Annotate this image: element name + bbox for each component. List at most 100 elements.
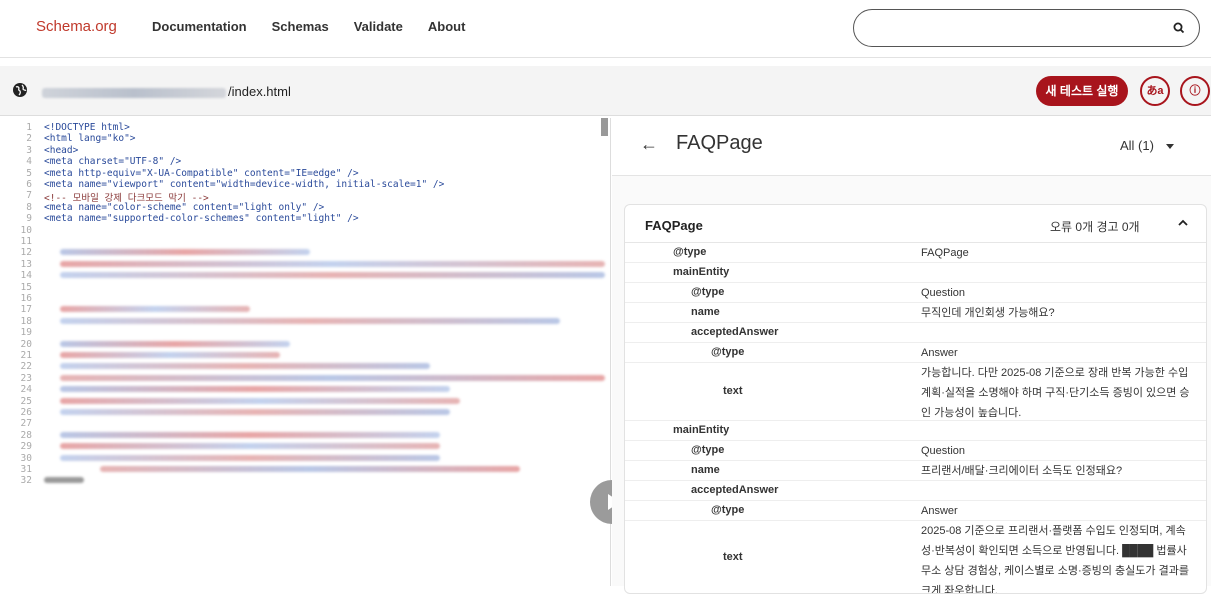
code-line: 1 <!DOCTYPE html> — [0, 122, 610, 133]
property-row: @type Answer — [625, 501, 1206, 521]
property-key: text — [723, 551, 743, 563]
search-input[interactable] — [853, 9, 1200, 47]
line-number: 13 — [20, 258, 32, 270]
search-icon[interactable] — [1171, 20, 1187, 36]
card-header[interactable]: FAQPage 오류 0개 경고 0개 — [625, 205, 1206, 243]
redacted-code — [60, 272, 605, 279]
property-row: @type Question — [625, 283, 1206, 303]
line-number: 23 — [20, 372, 32, 384]
line-number: 5 — [26, 167, 32, 179]
code-line: 30 — [0, 453, 610, 464]
property-key: acceptedAnswer — [691, 484, 779, 496]
line-number: 8 — [26, 201, 32, 213]
code-line: 14 — [0, 270, 610, 282]
property-value: 가능합니다. 다만 2025-08 기준으로 장래 반복 가능한 수입 계획·실… — [921, 367, 1190, 419]
line-number: 22 — [20, 361, 32, 373]
code-line: 19 — [0, 327, 610, 339]
redacted-code — [60, 317, 560, 324]
code-text: <!DOCTYPE html> — [44, 122, 130, 133]
property-key: name — [691, 306, 720, 318]
code-text: <meta charset="UTF-8" /> — [44, 156, 182, 168]
code-line: 9 <meta name="supported-color-schemes" c… — [0, 213, 610, 225]
code-line: 23 — [0, 372, 610, 384]
code-text: <meta name="color-scheme" content="light… — [44, 201, 325, 213]
property-row: acceptedAnswer — [625, 481, 1206, 501]
redacted-code — [60, 363, 430, 370]
url-suffix: /index.html — [228, 84, 291, 99]
back-arrow-icon[interactable]: ← — [640, 134, 658, 155]
line-number: 10 — [20, 224, 32, 236]
property-value: Answer — [921, 347, 958, 359]
code-line: 13 — [0, 258, 610, 270]
new-test-button[interactable]: 새 테스트 실행 — [1036, 76, 1128, 106]
property-value: Question — [921, 287, 966, 299]
line-number: 29 — [20, 441, 32, 453]
redacted-code — [60, 397, 460, 404]
property-value: Answer — [921, 505, 958, 517]
property-row: name 프리랜서/배달·크리에이터 소득도 인정돼요? — [625, 461, 1206, 481]
code-line: 29 — [0, 441, 610, 453]
property-value: FAQPage — [921, 247, 969, 259]
line-number: 28 — [20, 429, 32, 441]
property-row: text 2025-08 기준으로 프리랜서·플랫폼 수입도 인정되며, 계속성·… — [625, 521, 1206, 594]
nav-link-schemas[interactable]: Schemas — [272, 19, 329, 34]
redacted-code — [60, 431, 440, 438]
language-button[interactable]: あa — [1140, 76, 1170, 106]
code-line: 16 — [0, 293, 610, 304]
chevron-up-icon[interactable] — [1178, 218, 1188, 228]
chevron-down-icon — [1165, 144, 1174, 150]
property-row: @type Question — [625, 441, 1206, 461]
property-value: 프리랜서/배달·크리에이터 소득도 인정돼요? — [921, 465, 1123, 477]
code-editor[interactable]: 1 <!DOCTYPE html> 2 <html lang="ko"> 3 <head… — [0, 118, 611, 586]
code-line: 17 — [0, 304, 610, 315]
line-number: 19 — [20, 327, 32, 339]
property-row: @type FAQPage — [625, 243, 1206, 263]
top-nav: Schema.org Documentation Schemas Validat… — [0, 0, 1211, 58]
code-line: 8 <meta name="color-scheme" content="lig… — [0, 201, 610, 213]
code-line: 4 <meta charset="UTF-8" /> — [0, 156, 610, 168]
line-number: 24 — [20, 384, 32, 396]
code-line: 7 <!-- 모바일 강제 다크모드 막기 --> — [0, 190, 610, 204]
code-text: <meta http-equiv="X-UA-Compatible" conte… — [44, 167, 359, 179]
url-bar: /index.html 새 테스트 실행 あa ⓘ — [0, 66, 1211, 116]
property-row: mainEntity — [625, 421, 1206, 441]
code-line: 6 <meta name="viewport" content="width=d… — [0, 179, 610, 190]
code-text: <meta name="viewport" content="width=dev… — [44, 179, 445, 190]
property-key: text — [723, 385, 743, 397]
code-line: 31 — [0, 464, 610, 475]
line-number: 9 — [26, 213, 32, 225]
nav-link-documentation[interactable]: Documentation — [152, 19, 247, 34]
line-number: 14 — [20, 270, 32, 282]
redacted-code — [60, 374, 605, 381]
code-line: 3 <head> — [0, 144, 610, 156]
property-key: mainEntity — [673, 424, 730, 436]
property-row: acceptedAnswer — [625, 323, 1206, 343]
redacted-code — [60, 306, 250, 313]
property-key: @type — [691, 286, 725, 298]
code-line: 20 — [0, 339, 610, 350]
nav-links: Documentation Schemas Validate About — [152, 19, 465, 34]
property-key: name — [691, 464, 720, 476]
nav-link-validate[interactable]: Validate — [354, 19, 403, 34]
code-line: 15 — [0, 282, 610, 293]
site-logo[interactable]: Schema.org — [36, 18, 117, 35]
property-key: mainEntity — [673, 266, 730, 278]
filter-dropdown[interactable]: All (1) — [1120, 138, 1174, 153]
property-row: mainEntity — [625, 263, 1206, 283]
line-number: 4 — [26, 156, 32, 168]
redacted-code — [60, 409, 450, 415]
code-line: 22 — [0, 361, 610, 373]
property-value: 2025-08 기준으로 프리랜서·플랫폼 수입도 인정되며, 계속성·반복성이… — [921, 525, 1189, 594]
redacted-code — [60, 249, 310, 256]
redacted-code — [60, 352, 280, 358]
property-row: @type Answer — [625, 343, 1206, 363]
schema-card: FAQPage 오류 0개 경고 0개 @type FAQPage mainEnti… — [624, 204, 1207, 594]
property-key: acceptedAnswer — [691, 326, 779, 338]
line-number: 3 — [26, 144, 32, 156]
line-number: 25 — [20, 395, 32, 407]
code-line: 18 — [0, 316, 610, 327]
info-icon[interactable]: ⓘ — [1180, 76, 1210, 106]
code-text: <meta name="supported-color-schemes" con… — [44, 213, 359, 225]
redacted-code — [100, 466, 520, 472]
nav-link-about[interactable]: About — [428, 19, 466, 34]
